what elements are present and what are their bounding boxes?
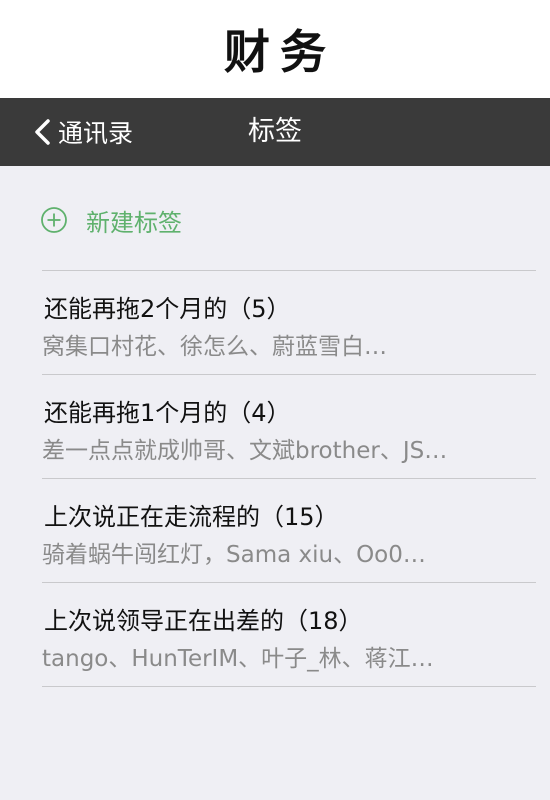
tag-title: 上次说领导正在出差的（18）	[44, 607, 363, 635]
tag-list-item[interactable]: 上次说领导正在出差的（18） tango、HunTerIM、叶子_林、蒋江…	[42, 583, 536, 687]
tag-list: 还能再拖2个月的（5） 窝集口村花、徐怎么、蔚蓝雪白… 还能再拖1个月的（4） …	[42, 270, 536, 687]
new-tag-label: 新建标签	[86, 208, 182, 237]
tag-title: 还能再拖1个月的（4）	[44, 399, 291, 427]
new-tag-button[interactable]: 新建标签	[40, 202, 182, 238]
back-button[interactable]: 通讯录	[30, 98, 133, 166]
image-caption: 财务	[0, 0, 550, 98]
navigation-bar: 通讯录 标签	[0, 98, 550, 166]
tag-members: 窝集口村花、徐怎么、蔚蓝雪白…	[42, 334, 387, 360]
tag-title: 还能再拖2个月的（5）	[44, 295, 291, 323]
tag-list-item[interactable]: 还能再拖1个月的（4） 差一点点就成帅哥、文斌brother、JS…	[42, 375, 536, 479]
plus-circle-icon	[40, 206, 68, 234]
tag-members: tango、HunTerIM、叶子_林、蒋江…	[42, 646, 434, 672]
chevron-left-icon	[30, 116, 56, 148]
tag-list-item[interactable]: 上次说正在走流程的（15） 骑着蜗牛闯红灯，Sama xiu、Oo0…	[42, 479, 536, 583]
tag-title: 上次说正在走流程的（15）	[44, 503, 339, 531]
tag-list-item[interactable]: 还能再拖2个月的（5） 窝集口村花、徐怎么、蔚蓝雪白…	[42, 271, 536, 375]
tag-members: 差一点点就成帅哥、文斌brother、JS…	[42, 438, 448, 464]
tag-page-content: 新建标签 还能再拖2个月的（5） 窝集口村花、徐怎么、蔚蓝雪白… 还能再拖1个月…	[0, 166, 550, 800]
tag-members: 骑着蜗牛闯红灯，Sama xiu、Oo0…	[42, 542, 426, 568]
back-label: 通讯录	[58, 119, 134, 148]
caption-title: 财务	[224, 25, 336, 79]
